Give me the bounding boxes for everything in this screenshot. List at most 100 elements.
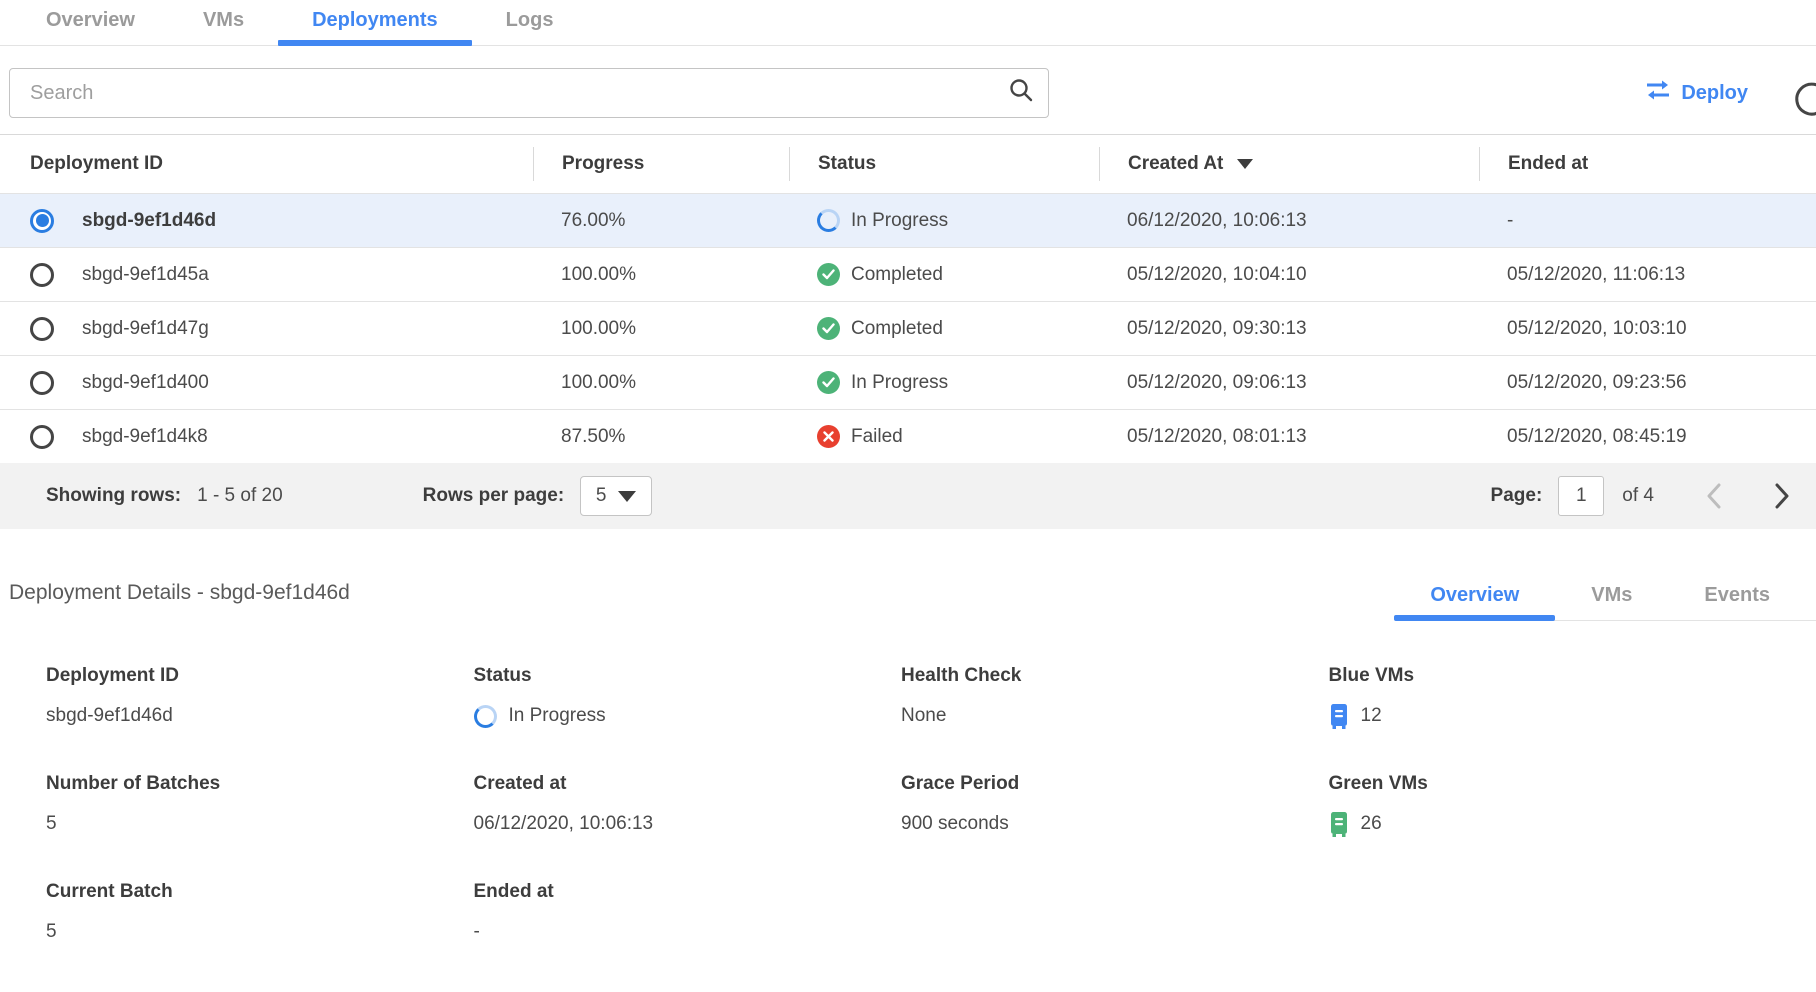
green-vm-server-icon — [1329, 811, 1349, 837]
tab-overview[interactable]: Overview — [12, 0, 169, 45]
deployment-id-cell: sbgd-9ef1d45a — [82, 264, 209, 286]
deploy-button[interactable]: Deploy — [1645, 79, 1748, 107]
column-header-status[interactable]: Status — [789, 147, 1099, 181]
field-label: Green VMs — [1329, 773, 1757, 795]
table-row[interactable]: sbgd-9ef1d46d 76.00% In Progress 06/12/2… — [0, 193, 1816, 247]
ended-at-cell: - — [1479, 210, 1816, 232]
field-value: In Progress — [474, 703, 902, 729]
table-row[interactable]: sbgd-9ef1d45a 100.00% Completed 05/12/20… — [0, 247, 1816, 301]
column-header-label: Deployment ID — [30, 153, 163, 175]
created-at-cell: 05/12/2020, 09:30:13 — [1099, 318, 1479, 340]
deployment-id-cell: sbgd-9ef1d47g — [82, 318, 209, 340]
field-status: Status In Progress — [474, 665, 902, 729]
status-label: Failed — [851, 426, 903, 448]
search-icon[interactable] — [1008, 77, 1034, 109]
rows-per-page-label: Rows per page: — [423, 485, 564, 507]
status-cell: In Progress — [789, 209, 1099, 232]
status-label: In Progress — [509, 705, 606, 727]
deployments-table: Deployment ID Progress Status Created At… — [0, 134, 1816, 529]
table-row[interactable]: sbgd-9ef1d400 100.00% In Progress 05/12/… — [0, 355, 1816, 409]
field-label: Status — [474, 665, 902, 687]
column-header-ended-at[interactable]: Ended at — [1479, 147, 1816, 181]
field-deployment-id: Deployment ID sbgd-9ef1d46d — [46, 665, 474, 729]
field-value: 12 — [1329, 703, 1757, 729]
detail-tab-events[interactable]: Events — [1668, 574, 1806, 621]
success-check-icon — [817, 263, 840, 286]
ended-at-cell: 05/12/2020, 11:06:13 — [1479, 264, 1816, 286]
created-at-cell: 06/12/2020, 10:06:13 — [1099, 210, 1479, 232]
blue-vm-server-icon — [1329, 703, 1349, 729]
next-page-chevron-icon[interactable] — [1774, 483, 1790, 509]
tab-logs[interactable]: Logs — [472, 0, 588, 45]
detail-tab-vms[interactable]: VMs — [1555, 574, 1668, 621]
progress-cell: 100.00% — [533, 264, 789, 286]
showing-rows-value: 1 - 5 of 20 — [197, 485, 283, 507]
tab-deployments[interactable]: Deployments — [278, 0, 472, 45]
field-label: Created at — [474, 773, 902, 795]
status-cell: In Progress — [789, 371, 1099, 394]
created-at-cell: 05/12/2020, 08:01:13 — [1099, 426, 1479, 448]
top-tab-bar: Overview VMs Deployments Logs — [0, 0, 1816, 46]
status-cell: Failed — [789, 425, 1099, 448]
field-current-batch: Current Batch 5 — [46, 881, 474, 945]
table-row[interactable]: sbgd-9ef1d47g 100.00% Completed 05/12/20… — [0, 301, 1816, 355]
search-input[interactable] — [30, 82, 1008, 105]
page-total-label: of 4 — [1622, 485, 1654, 507]
in-progress-spinner-icon — [817, 209, 840, 232]
details-grid: Deployment ID sbgd-9ef1d46d Status In Pr… — [0, 621, 1816, 945]
field-label: Current Batch — [46, 881, 474, 903]
blue-vm-count: 12 — [1361, 705, 1382, 727]
status-label: In Progress — [851, 210, 948, 232]
field-green-vms: Green VMs 26 — [1329, 773, 1757, 837]
field-value: 900 seconds — [901, 811, 1329, 837]
field-ended-at: Ended at - — [474, 881, 902, 945]
detail-tab-overview[interactable]: Overview — [1394, 574, 1555, 621]
rows-per-page-select[interactable]: 5 — [580, 476, 652, 516]
column-header-created-at[interactable]: Created At — [1099, 147, 1479, 181]
column-header-label: Status — [818, 153, 876, 175]
row-radio[interactable] — [30, 371, 54, 395]
search-box[interactable] — [9, 68, 1049, 118]
field-label: Ended at — [474, 881, 902, 903]
refresh-icon[interactable] — [1792, 78, 1816, 124]
deployment-id-cell: sbgd-9ef1d4k8 — [82, 426, 208, 448]
field-grace-period: Grace Period 900 seconds — [901, 773, 1329, 837]
field-value: None — [901, 703, 1329, 729]
column-header-progress[interactable]: Progress — [533, 147, 789, 181]
page-label: Page: — [1491, 485, 1543, 507]
chevron-down-icon — [618, 491, 636, 502]
table-row[interactable]: sbgd-9ef1d4k8 87.50% Failed 05/12/2020, … — [0, 409, 1816, 463]
row-radio[interactable] — [30, 317, 54, 341]
status-label: In Progress — [851, 372, 948, 394]
field-label: Blue VMs — [1329, 665, 1757, 687]
deployment-id-cell: sbgd-9ef1d46d — [82, 210, 216, 232]
field-label: Health Check — [901, 665, 1329, 687]
swap-arrows-icon — [1645, 79, 1671, 107]
details-title: Deployment Details - sbgd-9ef1d46d — [9, 581, 350, 621]
failed-x-icon — [817, 425, 840, 448]
column-header-label: Created At — [1128, 153, 1223, 175]
page-number-input[interactable] — [1558, 476, 1604, 516]
column-header-deployment-id[interactable]: Deployment ID — [0, 147, 533, 181]
progress-cell: 76.00% — [533, 210, 789, 232]
ended-at-cell: 05/12/2020, 08:45:19 — [1479, 426, 1816, 448]
field-created-at: Created at 06/12/2020, 10:06:13 — [474, 773, 902, 837]
previous-page-chevron-icon[interactable] — [1706, 483, 1722, 509]
field-label: Deployment ID — [46, 665, 474, 687]
status-label: Completed — [851, 318, 943, 340]
table-header-row: Deployment ID Progress Status Created At… — [0, 135, 1816, 193]
tab-vms[interactable]: VMs — [169, 0, 278, 45]
pagination-bar: Showing rows: 1 - 5 of 20 Rows per page:… — [0, 463, 1816, 529]
showing-rows-label: Showing rows: — [46, 485, 181, 507]
success-check-icon — [817, 317, 840, 340]
sort-desc-icon — [1237, 159, 1253, 169]
field-health-check: Health Check None — [901, 665, 1329, 729]
field-blue-vms: Blue VMs 12 — [1329, 665, 1757, 729]
status-label: Completed — [851, 264, 943, 286]
row-radio[interactable] — [30, 263, 54, 287]
row-radio-selected[interactable] — [30, 209, 54, 233]
rows-per-page-value: 5 — [596, 485, 607, 507]
column-header-label: Ended at — [1508, 153, 1588, 175]
detail-tab-bar: Overview VMs Events — [1394, 574, 1806, 621]
row-radio[interactable] — [30, 425, 54, 449]
